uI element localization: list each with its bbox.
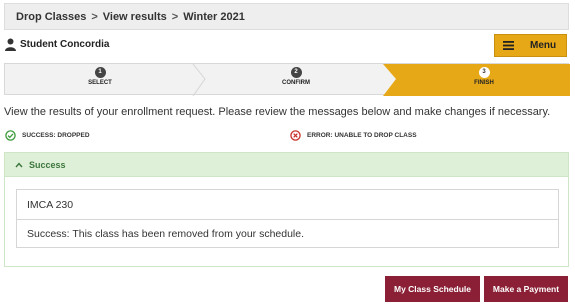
breadcrumb-item-drop-classes[interactable]: Drop Classes — [16, 11, 86, 23]
step-number: 3 — [478, 67, 490, 78]
step-number: 2 — [290, 67, 302, 78]
step-label: FINISH — [474, 80, 494, 86]
success-panel: Success IMCA 230 Success: This class has… — [4, 152, 569, 267]
x-circle-icon — [290, 129, 301, 141]
check-circle-icon — [5, 129, 16, 141]
breadcrumb-item-view-results[interactable]: View results — [103, 11, 167, 23]
my-class-schedule-button[interactable]: My Class Schedule — [385, 276, 480, 302]
step-confirm: 2 CONFIRM — [236, 67, 356, 86]
step-label: SELECT — [88, 80, 112, 86]
success-panel-title: Success — [29, 159, 66, 170]
result-table: IMCA 230 Success: This class has been re… — [16, 189, 559, 248]
result-message: Success: This class has been removed fro… — [17, 219, 558, 248]
step-label: CONFIRM — [282, 80, 310, 86]
step-number: 1 — [94, 67, 106, 78]
user-info: Student Concordia — [4, 36, 109, 52]
progress-steps: 1 SELECT 2 CONFIRM 3 FINISH — [4, 63, 570, 96]
menu-label: Menu — [530, 40, 557, 51]
breadcrumb-item-term: Winter 2021 — [183, 10, 245, 23]
status-error-label: ERROR: UNABLE TO DROP CLASS — [307, 131, 417, 139]
chevron-up-icon — [15, 162, 23, 167]
person-icon — [5, 38, 16, 51]
status-success: SUCCESS: DROPPED — [5, 128, 90, 142]
breadcrumb-separator: > — [91, 10, 98, 23]
user-name: Student Concordia — [20, 38, 110, 50]
step-select: 1 SELECT — [40, 67, 160, 86]
step-finish: 3 FINISH — [424, 67, 544, 86]
status-error: ERROR: UNABLE TO DROP CLASS — [290, 128, 417, 142]
status-success-label: SUCCESS: DROPPED — [22, 131, 90, 139]
breadcrumb: Drop Classes > View results > Winter 202… — [4, 3, 569, 30]
make-a-payment-button[interactable]: Make a Payment — [484, 276, 568, 302]
intro-text: View the results of your enrollment requ… — [4, 106, 551, 118]
success-panel-header[interactable]: Success — [5, 153, 568, 177]
result-class-name: IMCA 230 — [27, 198, 74, 211]
breadcrumb-separator: > — [171, 10, 179, 23]
hamburger-icon — [503, 41, 514, 50]
menu-button[interactable]: Menu — [494, 34, 567, 57]
